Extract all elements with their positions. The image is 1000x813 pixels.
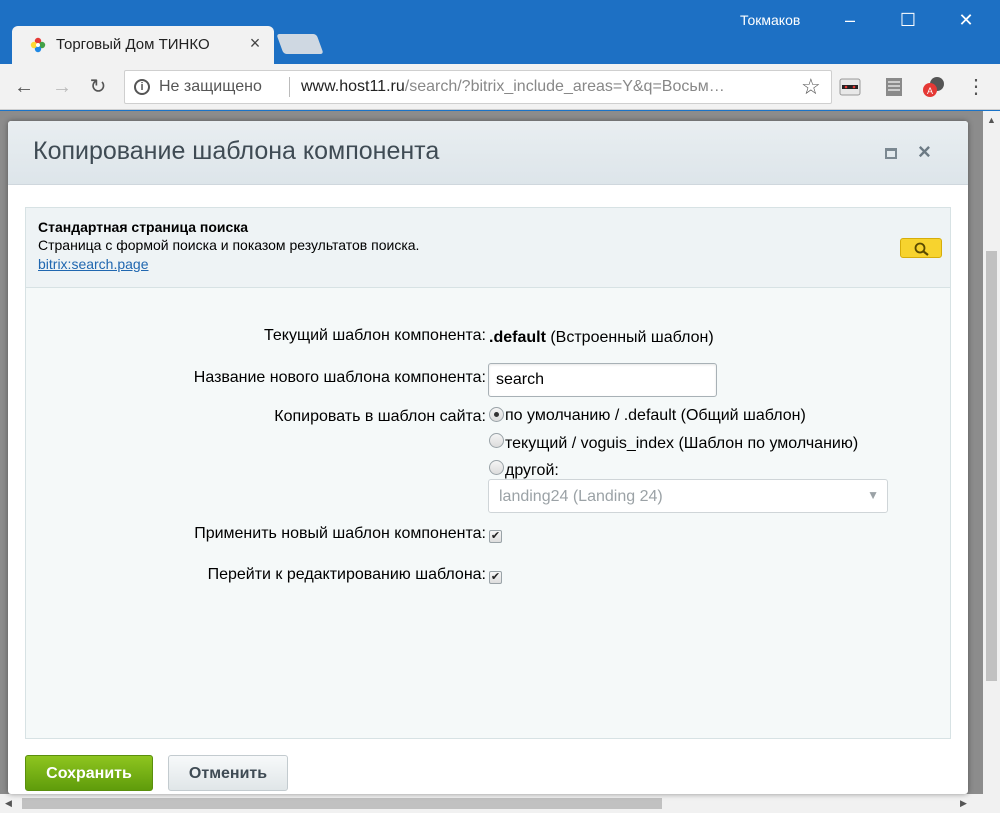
address-bar[interactable]: i Не защищено www.host11.ru/search/?bitr… xyxy=(124,70,832,104)
component-info-panel: Стандартная страница поиска Страница с ф… xyxy=(26,208,950,288)
apply-template-label: Применить новый шаблон компонента: xyxy=(194,525,486,542)
component-link[interactable]: bitrix:search.page xyxy=(38,256,149,272)
tab-close-icon[interactable]: × xyxy=(244,32,266,54)
edit-template-checkbox[interactable]: ✔ xyxy=(489,571,502,584)
translate-icon[interactable]: A xyxy=(922,76,946,98)
current-template-value: .default (Встроенный шаблон) xyxy=(489,329,714,346)
other-template-select-value: landing24 (Landing 24) xyxy=(499,488,663,505)
component-description: Страница с формой поиска и показом резул… xyxy=(38,237,420,253)
back-icon[interactable]: ← xyxy=(10,73,38,101)
maximize-icon[interactable] xyxy=(885,148,897,159)
minimize-button[interactable]: – xyxy=(832,6,868,34)
new-template-name-input[interactable] xyxy=(488,363,717,397)
horizontal-scrollbar[interactable]: ◀ ▶ xyxy=(0,794,1000,813)
browser-tab[interactable]: Торговый Дом ТИНКО × xyxy=(12,26,274,64)
close-window-button[interactable]: ✕ xyxy=(948,6,984,34)
star-icon[interactable]: ☆ xyxy=(801,74,821,100)
component-name: Стандартная страница поиска xyxy=(38,219,249,235)
radio-current-template[interactable] xyxy=(489,433,504,448)
menu-icon[interactable]: ⋮ xyxy=(966,74,986,99)
radio-default-template[interactable] xyxy=(489,407,504,422)
close-icon[interactable]: × xyxy=(918,139,931,165)
vertical-scroll-thumb[interactable] xyxy=(986,251,997,681)
current-template-label: Текущий шаблон компонента: xyxy=(263,327,486,344)
reload-icon[interactable]: ↻ xyxy=(84,73,112,101)
radio-other-template-label[interactable]: другой: xyxy=(505,462,559,480)
new-template-name-label: Название нового шаблона компонента: xyxy=(193,369,486,386)
info-icon[interactable]: i xyxy=(134,79,150,95)
reader-icon[interactable] xyxy=(882,76,906,98)
copy-template-dialog: Копирование шаблона компонента × Стандар… xyxy=(8,121,968,794)
svg-text:A: A xyxy=(927,86,933,96)
browser-titlebar: Торговый Дом ТИНКО × Токмаков – ☐ ✕ xyxy=(0,0,1000,64)
incognito-icon[interactable] xyxy=(838,76,862,98)
scroll-up-icon[interactable]: ▲ xyxy=(987,115,996,125)
url-text[interactable]: www.host11.ru/search/?bitrix_include_are… xyxy=(301,78,725,96)
dialog-header: Копирование шаблона компонента × xyxy=(8,121,968,185)
scroll-right-icon[interactable]: ▶ xyxy=(960,798,967,809)
browser-toolbar: ← → ↻ i Не защищено www.host11.ru/search… xyxy=(0,64,1000,110)
url-divider xyxy=(289,77,290,97)
apply-template-checkbox[interactable]: ✔ xyxy=(489,530,502,543)
profile-name[interactable]: Токмаков xyxy=(740,12,800,28)
edit-template-label: Перейти к редактированию шаблона: xyxy=(207,566,486,583)
component-search-button[interactable] xyxy=(900,238,942,258)
tab-title: Торговый Дом ТИНКО xyxy=(56,36,210,53)
forward-icon[interactable]: → xyxy=(48,73,76,101)
dialog-title: Копирование шаблона компонента xyxy=(33,137,440,165)
maximize-button[interactable]: ☐ xyxy=(890,6,926,34)
copy-to-template-label: Копировать в шаблон сайта: xyxy=(274,408,486,425)
radio-current-template-label[interactable]: текущий / voguis_index (Шаблон по умолча… xyxy=(505,435,858,453)
radio-other-template[interactable] xyxy=(489,460,504,475)
save-button[interactable]: Сохранить xyxy=(25,755,153,791)
security-label[interactable]: Не защищено xyxy=(159,78,262,96)
dialog-content: Стандартная страница поиска Страница с ф… xyxy=(25,207,951,739)
cancel-button[interactable]: Отменить xyxy=(168,755,288,791)
horizontal-scroll-thumb[interactable] xyxy=(22,798,662,809)
radio-default-template-label[interactable]: по умолчанию / .default (Общий шаблон) xyxy=(505,407,806,425)
chevron-down-icon: ▼ xyxy=(867,488,879,502)
scroll-left-icon[interactable]: ◀ xyxy=(5,798,12,809)
search-icon xyxy=(914,242,929,256)
site-favicon-icon xyxy=(30,37,46,53)
other-template-select[interactable]: landing24 (Landing 24) ▼ xyxy=(488,479,888,513)
vertical-scrollbar[interactable]: ▲ xyxy=(983,111,1000,794)
new-tab-button[interactable] xyxy=(276,34,324,54)
